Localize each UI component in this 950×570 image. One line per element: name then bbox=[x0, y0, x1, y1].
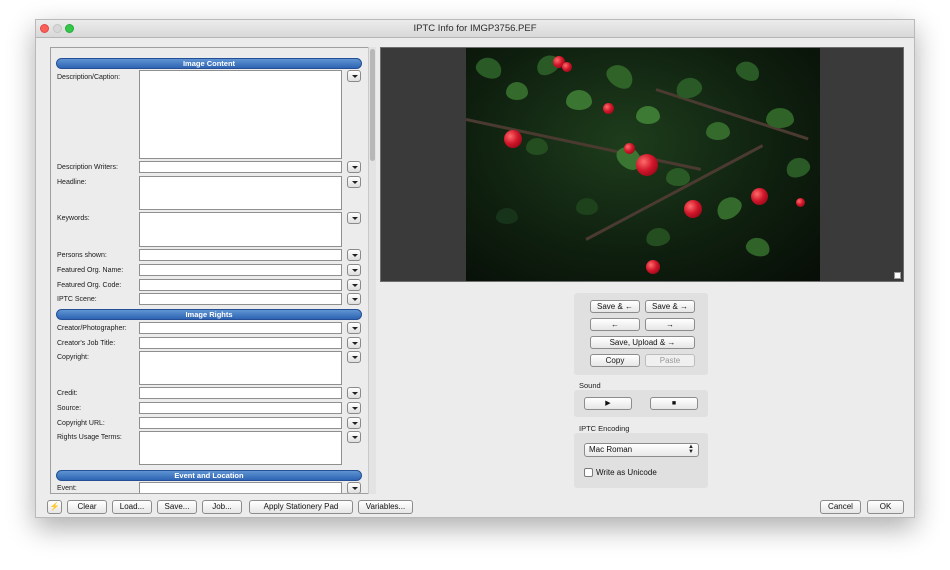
chevron-down-icon[interactable] bbox=[347, 387, 361, 399]
keywords-label: Keywords: bbox=[57, 215, 90, 222]
chevron-down-icon[interactable] bbox=[347, 431, 361, 443]
section-image-content: Image Content bbox=[56, 58, 362, 69]
encoding-select[interactable]: Mac Roman ▲ ▼ bbox=[584, 443, 699, 457]
chevron-down-icon[interactable] bbox=[347, 402, 361, 414]
next-button[interactable]: → bbox=[645, 318, 695, 331]
rights-usage-terms-field[interactable] bbox=[139, 431, 342, 465]
copyright-label: Copyright: bbox=[57, 354, 89, 361]
stop-icon[interactable]: ■ bbox=[650, 397, 698, 410]
creator-photographer-field[interactable] bbox=[139, 322, 342, 334]
source-field[interactable] bbox=[139, 402, 342, 414]
clear-button[interactable]: Clear bbox=[67, 500, 107, 514]
form-scrollbar[interactable] bbox=[368, 47, 376, 494]
chevron-down-icon[interactable] bbox=[347, 264, 361, 276]
image-preview bbox=[380, 47, 904, 282]
source-label: Source: bbox=[57, 405, 82, 412]
featured-org-name-label: Featured Org. Name: bbox=[57, 267, 124, 274]
cancel-button[interactable]: Cancel bbox=[820, 500, 861, 514]
save-next-button[interactable]: Save & → bbox=[645, 300, 695, 313]
creator-photographer-label: Creator/Photographer: bbox=[57, 325, 127, 332]
ok-button[interactable]: OK bbox=[867, 500, 904, 514]
chevron-down-icon[interactable] bbox=[347, 176, 361, 188]
chevron-down-icon[interactable] bbox=[347, 249, 361, 261]
headline-field[interactable] bbox=[139, 176, 342, 210]
copyright-url-field[interactable] bbox=[139, 417, 342, 429]
iptc-encoding-label: IPTC Encoding bbox=[579, 424, 630, 433]
event-label: Event: bbox=[57, 485, 77, 492]
navigation-group: Save & ← Save & → ← → Save, Upload & → C… bbox=[574, 293, 708, 375]
iptc-form-panel: Image Content Description/Caption: Descr… bbox=[50, 47, 376, 494]
chevron-down-icon[interactable] bbox=[347, 337, 361, 349]
credit-label: Credit: bbox=[57, 390, 78, 397]
paste-button[interactable]: Paste bbox=[645, 354, 695, 367]
copyright-field[interactable] bbox=[139, 351, 342, 385]
iptc-scene-label: IPTC Scene: bbox=[57, 296, 97, 303]
persons-shown-label: Persons shown: bbox=[57, 252, 107, 259]
copyright-url-label: Copyright URL: bbox=[57, 420, 105, 427]
sound-label: Sound bbox=[579, 381, 601, 390]
load-button[interactable]: Load... bbox=[112, 500, 152, 514]
window-title: IPTC Info for IMGP3756.PEF bbox=[413, 23, 537, 34]
title-bar: IPTC Info for IMGP3756.PEF bbox=[36, 20, 914, 38]
chevron-down-icon[interactable] bbox=[347, 417, 361, 429]
creators-job-title-label: Creator's Job Title: bbox=[57, 340, 116, 347]
description-writers-field[interactable] bbox=[139, 161, 342, 173]
chevron-down-icon[interactable] bbox=[347, 293, 361, 305]
featured-org-code-field[interactable] bbox=[139, 279, 342, 291]
persons-shown-field[interactable] bbox=[139, 249, 342, 261]
job-button[interactable]: Job... bbox=[202, 500, 242, 514]
select-arrows-icon: ▲ ▼ bbox=[688, 444, 694, 455]
chevron-down-icon[interactable] bbox=[347, 70, 361, 82]
controls-area: Save & ← Save & → ← → Save, Upload & → C… bbox=[380, 286, 904, 494]
description-caption-field[interactable] bbox=[139, 70, 342, 159]
event-field[interactable] bbox=[139, 482, 342, 493]
creators-job-title-field[interactable] bbox=[139, 337, 342, 349]
lightning-icon[interactable]: ⚡ bbox=[47, 500, 62, 514]
prev-button[interactable]: ← bbox=[590, 318, 640, 331]
description-caption-label: Description/Caption: bbox=[57, 74, 121, 81]
keywords-field[interactable] bbox=[139, 212, 342, 247]
encoding-group: Mac Roman ▲ ▼ Write as Unicode bbox=[574, 433, 708, 488]
variables-button[interactable]: Variables... bbox=[358, 500, 413, 514]
sound-group: ▶ ■ bbox=[574, 390, 708, 417]
headline-label: Headline: bbox=[57, 179, 87, 186]
chevron-down-icon[interactable] bbox=[347, 212, 361, 224]
play-icon[interactable]: ▶ bbox=[584, 397, 632, 410]
section-event-location: Event and Location bbox=[56, 470, 362, 481]
scrollbar-thumb[interactable] bbox=[370, 49, 375, 161]
featured-org-name-field[interactable] bbox=[139, 264, 342, 276]
featured-org-code-label: Featured Org. Code: bbox=[57, 282, 122, 289]
rights-usage-terms-label: Rights Usage Terms: bbox=[57, 434, 122, 441]
preview-corner-handle[interactable] bbox=[894, 272, 901, 279]
copy-button[interactable]: Copy bbox=[590, 354, 640, 367]
photo-thumbnail bbox=[466, 48, 820, 281]
save-upload-next-button[interactable]: Save, Upload & → bbox=[590, 336, 695, 349]
write-unicode-checkbox[interactable] bbox=[584, 468, 593, 477]
write-unicode-label[interactable]: Write as Unicode bbox=[596, 468, 657, 477]
description-writers-label: Description Writers: bbox=[57, 164, 118, 171]
chevron-down-icon[interactable] bbox=[347, 161, 361, 173]
section-image-rights: Image Rights bbox=[56, 309, 362, 320]
save-prev-button[interactable]: Save & ← bbox=[590, 300, 640, 313]
encoding-select-value: Mac Roman bbox=[589, 445, 633, 454]
apply-stationery-button[interactable]: Apply Stationery Pad bbox=[249, 500, 353, 514]
iptc-scene-field[interactable] bbox=[139, 293, 342, 305]
chevron-down-icon[interactable] bbox=[347, 279, 361, 291]
credit-field[interactable] bbox=[139, 387, 342, 399]
chevron-down-icon[interactable] bbox=[347, 322, 361, 334]
iptc-info-window: IPTC Info for IMGP3756.PEF Image Content… bbox=[35, 19, 915, 518]
save-button[interactable]: Save... bbox=[157, 500, 197, 514]
chevron-down-icon[interactable] bbox=[347, 351, 361, 363]
chevron-down-icon[interactable] bbox=[347, 482, 361, 493]
